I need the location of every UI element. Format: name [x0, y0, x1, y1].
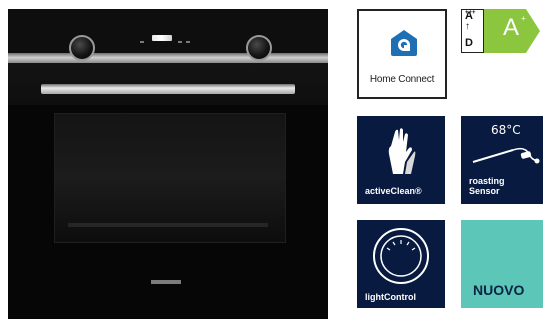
active-clean-label: activeClean® — [365, 186, 422, 196]
new-badge: NUOVO — [461, 220, 543, 308]
temperature-readout: 68°C — [491, 123, 521, 137]
oven-rack — [68, 223, 268, 227]
oven-display — [138, 35, 194, 49]
energy-scale-top-plus: +++ — [465, 10, 476, 16]
energy-label: A +++ ↑ D A + — [461, 9, 541, 53]
energy-class-value: A — [503, 14, 520, 41]
roasting-sensor-badge: 68°C roasting Sensor — [461, 116, 543, 204]
meat-probe-icon — [472, 147, 540, 164]
oven-left-knob — [69, 35, 95, 61]
arrow-up-icon: ↑ — [465, 21, 470, 32]
energy-scale-bottom: D — [465, 37, 473, 49]
active-clean-badge: activeClean® — [357, 116, 445, 204]
new-label: NUOVO — [473, 282, 525, 298]
oven-door-handle — [41, 84, 295, 94]
oven-right-knob — [246, 35, 272, 61]
light-control-badge: lightControl — [357, 220, 445, 308]
energy-scale: A +++ ↑ D — [461, 9, 484, 53]
roasting-sensor-label-line1: roasting — [469, 176, 505, 186]
roasting-sensor-label-line2: Sensor — [469, 186, 500, 196]
gloves-icon — [388, 128, 416, 174]
light-control-label: lightControl — [365, 292, 416, 302]
oven-brand-logo — [151, 280, 181, 284]
home-connect-icon — [391, 30, 417, 56]
oven-image — [8, 9, 328, 319]
oven-display-led — [152, 35, 172, 41]
home-connect-label: Home Connect — [369, 74, 435, 85]
oven-steel-trim — [8, 53, 328, 63]
energy-class-arrow: A + — [484, 9, 540, 53]
energy-class-plus: + — [521, 14, 526, 23]
home-connect-badge: Home Connect — [357, 9, 447, 99]
light-ring-icon — [373, 228, 429, 284]
